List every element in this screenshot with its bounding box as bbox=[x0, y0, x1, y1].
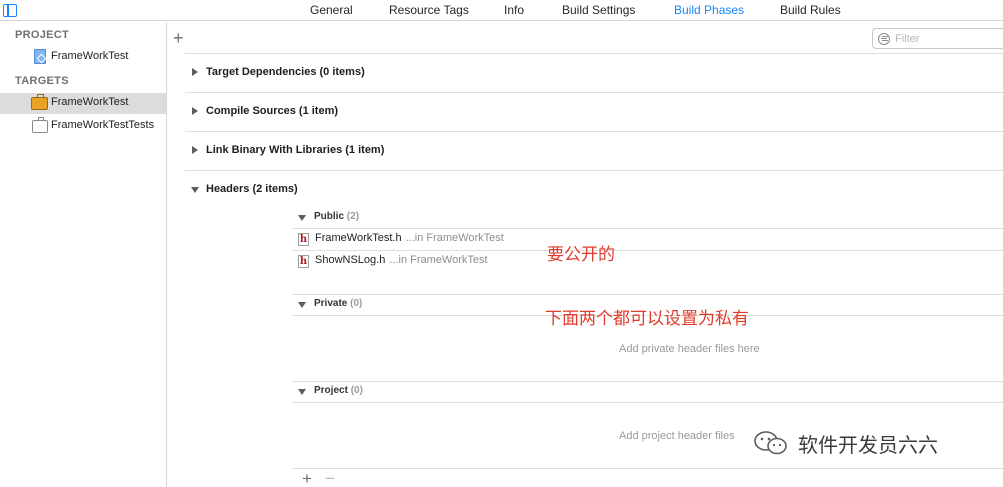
headers-project-group[interactable]: Project (0) bbox=[292, 382, 1003, 402]
phase-headers[interactable]: Headers (2 items) bbox=[185, 179, 1003, 201]
sidebar-item-label: FrameWorkTestTests bbox=[51, 119, 155, 131]
project-section-header: PROJECT bbox=[15, 29, 70, 41]
phase-label: Compile Sources (1 item) bbox=[206, 105, 339, 117]
filter-input[interactable] bbox=[895, 31, 995, 46]
project-headers-placeholder: Add project header files bbox=[619, 430, 735, 442]
phase-link-binary[interactable]: Link Binary With Libraries (1 item) bbox=[185, 140, 1003, 162]
tab-build-settings[interactable]: Build Settings bbox=[562, 3, 635, 17]
divider bbox=[292, 468, 1003, 469]
tab-build-rules[interactable]: Build Rules bbox=[780, 3, 841, 17]
tab-build-phases[interactable]: Build Phases bbox=[674, 3, 744, 17]
phase-target-dependencies[interactable]: Target Dependencies (0 items) bbox=[185, 62, 1003, 84]
header-file-row[interactable]: h ShowNSLog.h ...in FrameWorkTest bbox=[292, 251, 1003, 272]
annotation-public: 要公开的 bbox=[547, 245, 615, 265]
disclosure-triangle-icon[interactable] bbox=[192, 146, 198, 154]
headers-public-group[interactable]: Public (2) bbox=[292, 208, 1003, 228]
disclosure-triangle-icon[interactable] bbox=[298, 215, 306, 221]
tab-general[interactable]: General bbox=[310, 3, 353, 17]
divider bbox=[292, 402, 1003, 403]
sidebar-toggle-icon[interactable] bbox=[3, 4, 17, 17]
annotation-private: 下面两个都可以设置为私有 bbox=[545, 309, 749, 329]
phase-label: Headers (2 items) bbox=[206, 183, 298, 195]
divider bbox=[185, 170, 1003, 171]
disclosure-triangle-icon[interactable] bbox=[298, 389, 306, 395]
filter-field[interactable] bbox=[872, 28, 1003, 49]
disclosure-triangle-icon[interactable] bbox=[192, 107, 198, 115]
header-file-icon: h bbox=[298, 233, 309, 246]
group-label: Public (2) bbox=[314, 211, 360, 222]
sidebar-item-target-framework[interactable]: FrameWorkTest bbox=[0, 93, 166, 114]
filter-icon bbox=[878, 33, 890, 45]
sidebar-item-project[interactable]: FrameWorkTest bbox=[0, 47, 166, 68]
disclosure-triangle-icon[interactable] bbox=[192, 68, 198, 76]
group-label: Private (0) bbox=[314, 298, 363, 309]
divider bbox=[185, 92, 1003, 93]
private-headers-placeholder: Add private header files here bbox=[619, 343, 760, 355]
divider bbox=[185, 53, 1003, 54]
test-bundle-icon bbox=[32, 117, 48, 133]
wechat-icon bbox=[754, 431, 787, 455]
framework-icon bbox=[31, 94, 48, 110]
divider bbox=[185, 131, 1003, 132]
add-phase-plus-icon[interactable]: + bbox=[173, 29, 184, 47]
file-name: ShowNSLog.h ...in FrameWorkTest bbox=[315, 254, 488, 266]
targets-section-header: TARGETS bbox=[15, 75, 69, 87]
project-navigator: PROJECT FrameWorkTest TARGETS FrameWorkT… bbox=[0, 22, 167, 487]
tab-resource-tags[interactable]: Resource Tags bbox=[389, 3, 469, 17]
phase-label: Link Binary With Libraries (1 item) bbox=[206, 144, 385, 156]
add-header-plus-icon[interactable]: + bbox=[302, 470, 312, 487]
file-name: FrameWorkTest.h ...in FrameWorkTest bbox=[315, 232, 504, 244]
header-file-row[interactable]: h FrameWorkTest.h ...in FrameWorkTest bbox=[292, 229, 1003, 250]
sidebar-item-label: FrameWorkTest bbox=[51, 96, 129, 108]
header-file-icon: h bbox=[298, 255, 309, 268]
tab-bar: General Resource Tags Info Build Setting… bbox=[0, 0, 1003, 21]
watermark-text: 软件开发员六六 bbox=[798, 433, 938, 457]
phase-label: Target Dependencies (0 items) bbox=[206, 66, 365, 78]
xcode-project-icon bbox=[34, 49, 46, 64]
disclosure-triangle-icon[interactable] bbox=[298, 302, 306, 308]
sidebar-item-label: FrameWorkTest bbox=[51, 50, 129, 62]
remove-header-minus-icon[interactable]: − bbox=[325, 470, 335, 487]
sidebar-item-target-tests[interactable]: FrameWorkTestTests bbox=[0, 116, 166, 137]
group-label: Project (0) bbox=[314, 385, 363, 396]
disclosure-triangle-icon[interactable] bbox=[191, 187, 199, 193]
tab-info[interactable]: Info bbox=[504, 3, 524, 17]
phase-compile-sources[interactable]: Compile Sources (1 item) bbox=[185, 101, 1003, 123]
